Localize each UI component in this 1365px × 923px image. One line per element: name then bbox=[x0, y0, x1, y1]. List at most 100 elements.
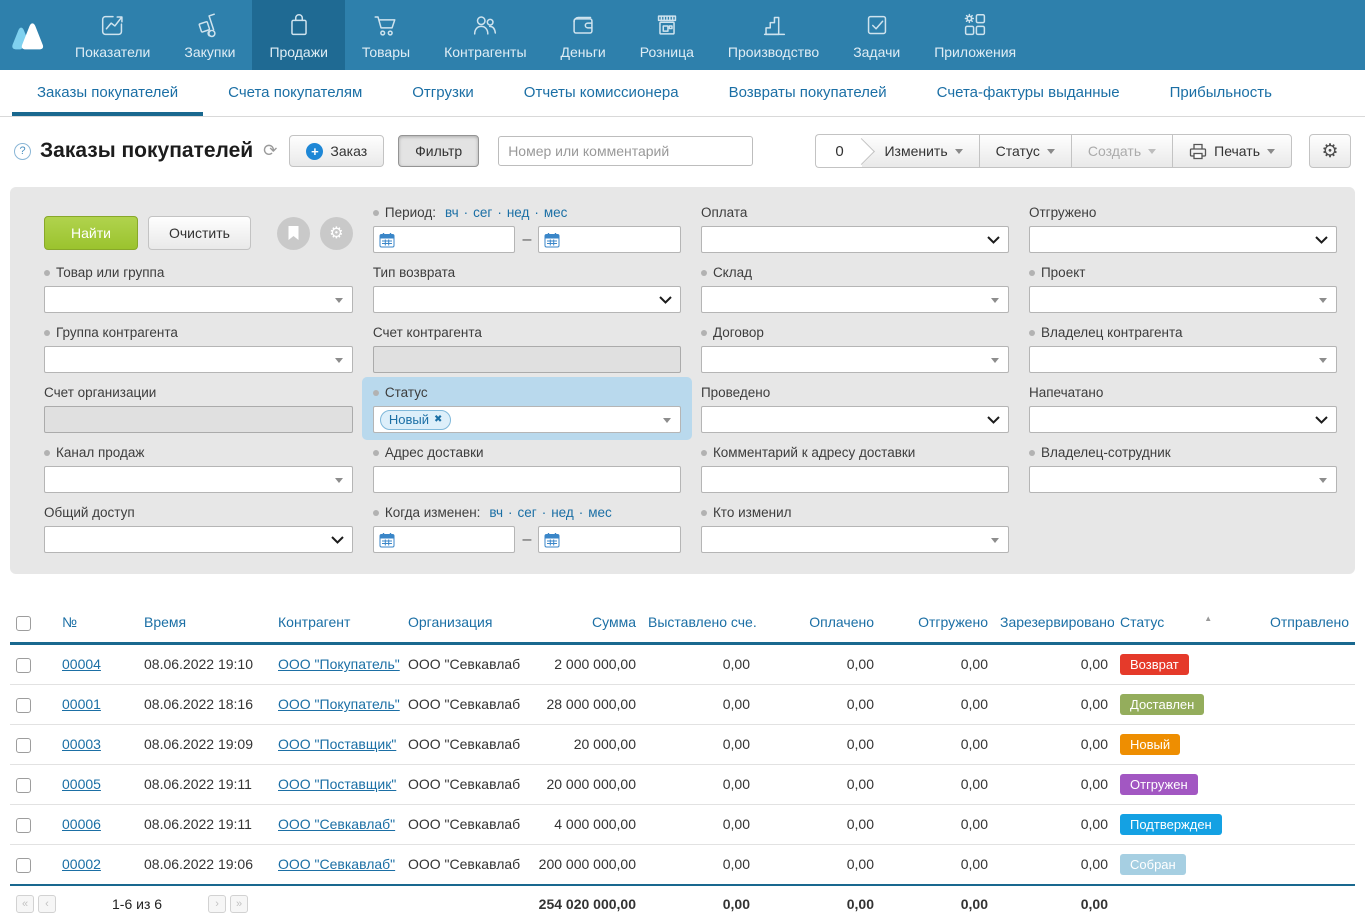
quick-range-сег[interactable]: сег bbox=[518, 505, 537, 520]
dogovor-combobox[interactable] bbox=[701, 346, 1009, 373]
nav-item-pokazateli[interactable]: Показатели bbox=[58, 0, 167, 70]
status-badge[interactable]: Собран bbox=[1120, 854, 1186, 875]
status-badge[interactable]: Новый bbox=[1120, 734, 1180, 755]
provedeno-select[interactable] bbox=[701, 406, 1009, 433]
quick-range-мес[interactable]: мес bbox=[588, 505, 612, 520]
print-button[interactable]: Печать bbox=[1172, 134, 1292, 168]
nav-item-tovary[interactable]: Товары bbox=[345, 0, 427, 70]
nav-item-roznica[interactable]: Розница bbox=[623, 0, 711, 70]
chip-remove-icon[interactable]: ✖ bbox=[434, 414, 442, 425]
tab-pribylnost[interactable]: Прибыльность bbox=[1145, 70, 1297, 116]
status-badge[interactable]: Доставлен bbox=[1120, 694, 1204, 715]
tab-vozvraty-pokupatelej[interactable]: Возвраты покупателей bbox=[704, 70, 912, 116]
counterparty-link[interactable]: ООО "Покупатель" bbox=[278, 656, 400, 672]
row-checkbox[interactable] bbox=[16, 698, 31, 713]
counterparty-link[interactable]: ООО "Севкавлаб" bbox=[278, 816, 395, 832]
create-order-button[interactable]: + Заказ bbox=[289, 135, 384, 167]
tab-otgruzki[interactable]: Отгрузки bbox=[387, 70, 499, 116]
sklad-combobox[interactable] bbox=[701, 286, 1009, 313]
quick-range-сег[interactable]: сег bbox=[473, 205, 492, 220]
row-checkbox[interactable] bbox=[16, 818, 31, 833]
nav-item-proizvodstvo[interactable]: Производство bbox=[711, 0, 836, 70]
edit-button[interactable]: Изменить bbox=[861, 134, 979, 168]
adres-dostavki-input[interactable] bbox=[380, 472, 674, 487]
sort-asc-icon[interactable]: ▲ bbox=[1204, 614, 1212, 623]
kto-izmenil-combobox[interactable] bbox=[701, 526, 1009, 553]
quick-range-вч[interactable]: вч bbox=[445, 205, 459, 220]
col-header-number[interactable]: № bbox=[56, 603, 138, 643]
status-badge[interactable]: Подтвержден bbox=[1120, 814, 1222, 835]
col-header-organization[interactable]: Организация bbox=[402, 603, 520, 643]
counterparty-link[interactable]: ООО "Поставщик" bbox=[278, 736, 396, 752]
tab-otchety-komissionera[interactable]: Отчеты комиссионера bbox=[499, 70, 704, 116]
vladelec-sotrudnik-combobox[interactable] bbox=[1029, 466, 1337, 493]
moysklad-logo-icon[interactable] bbox=[0, 0, 58, 70]
counterparty-link[interactable]: ООО "Покупатель" bbox=[278, 696, 400, 712]
counterparty-link[interactable]: ООО "Поставщик" bbox=[278, 776, 396, 792]
settings-gear-button[interactable]: ⚙ bbox=[1309, 134, 1351, 168]
tovar-ili-gruppa-combobox[interactable] bbox=[44, 286, 353, 313]
find-button[interactable]: Найти bbox=[44, 216, 138, 250]
order-number-link[interactable]: 00003 bbox=[62, 736, 101, 752]
pagination-first-button[interactable]: « bbox=[16, 895, 34, 913]
col-header-shipped[interactable]: Отгружено bbox=[880, 603, 994, 643]
tab-scheta-faktury-vydannye[interactable]: Счета-фактуры выданные bbox=[912, 70, 1145, 116]
nav-item-zadachi[interactable]: Задачи bbox=[836, 0, 917, 70]
quick-range-нед[interactable]: нед bbox=[551, 505, 574, 520]
status-badge[interactable]: Отгружен bbox=[1120, 774, 1198, 795]
tab-zakazy-pokupatelej[interactable]: Заказы покупателей bbox=[12, 70, 203, 116]
quick-range-мес[interactable]: мес bbox=[544, 205, 568, 220]
nav-item-prodazhi[interactable]: Продажи bbox=[252, 0, 344, 70]
kogda-izmenen-date-from[interactable] bbox=[373, 526, 516, 553]
pagination-prev-button[interactable]: ‹ bbox=[38, 895, 56, 913]
order-number-link[interactable]: 00002 bbox=[62, 856, 101, 872]
filter-settings-gear-icon[interactable]: ⚙ bbox=[320, 217, 353, 250]
kommentarij-k-adresu-dostavki-input[interactable] bbox=[708, 472, 1002, 487]
col-header-time[interactable]: Время bbox=[138, 603, 272, 643]
quick-range-вч[interactable]: вч bbox=[489, 505, 503, 520]
vladelec-kontragenta-combobox[interactable] bbox=[1029, 346, 1337, 373]
row-checkbox[interactable] bbox=[16, 658, 31, 673]
clear-button[interactable]: Очистить bbox=[148, 216, 251, 250]
period-date-from[interactable] bbox=[373, 226, 516, 253]
nav-item-prilozheniya[interactable]: Приложения bbox=[917, 0, 1033, 70]
status-badge[interactable]: Возврат bbox=[1120, 654, 1189, 675]
nav-item-zakupki[interactable]: Закупки bbox=[167, 0, 252, 70]
help-icon[interactable]: ? bbox=[14, 143, 31, 160]
order-number-link[interactable]: 00006 bbox=[62, 816, 101, 832]
col-header-invoiced[interactable]: Выставлено сче... bbox=[642, 603, 756, 643]
status-chip[interactable]: Новый✖ bbox=[380, 410, 452, 430]
tip-vozvrata-select[interactable] bbox=[373, 286, 681, 313]
otgruzheno-select[interactable] bbox=[1029, 226, 1337, 253]
pagination-next-button[interactable]: › bbox=[208, 895, 226, 913]
napechatano-select[interactable] bbox=[1029, 406, 1337, 433]
select-all-checkbox[interactable] bbox=[16, 616, 31, 631]
refresh-icon[interactable]: ⟳ bbox=[263, 141, 277, 161]
status-button[interactable]: Статус bbox=[979, 134, 1072, 168]
col-header-paid[interactable]: Оплачено bbox=[756, 603, 880, 643]
nav-item-dengi[interactable]: Деньги bbox=[544, 0, 623, 70]
create-button[interactable]: Создать bbox=[1071, 134, 1173, 168]
bookmark-icon[interactable] bbox=[277, 217, 310, 250]
pagination-last-button[interactable]: » bbox=[230, 895, 248, 913]
gruppa-kontragenta-combobox[interactable] bbox=[44, 346, 353, 373]
col-header-counterparty[interactable]: Контрагент bbox=[272, 603, 402, 643]
row-checkbox[interactable] bbox=[16, 778, 31, 793]
tab-scheta-pokupatelyam[interactable]: Счета покупателям bbox=[203, 70, 387, 116]
filter-toggle-button[interactable]: Фильтр bbox=[398, 135, 479, 167]
counterparty-link[interactable]: ООО "Севкавлаб" bbox=[278, 856, 395, 872]
col-header-sent[interactable]: Отправлено bbox=[1264, 603, 1355, 643]
status-combobox[interactable]: Новый✖ bbox=[373, 406, 681, 433]
period-date-to[interactable] bbox=[538, 226, 681, 253]
search-input[interactable] bbox=[498, 136, 753, 166]
col-header-sum[interactable]: Сумма bbox=[520, 603, 642, 643]
kanal-prodazh-combobox[interactable] bbox=[44, 466, 353, 493]
row-checkbox[interactable] bbox=[16, 858, 31, 873]
oplata-select[interactable] bbox=[701, 226, 1009, 253]
quick-range-нед[interactable]: нед bbox=[507, 205, 530, 220]
col-header-status[interactable]: Статус▲ bbox=[1114, 603, 1264, 643]
obshchij-dostup-select[interactable] bbox=[44, 526, 353, 553]
order-number-link[interactable]: 00001 bbox=[62, 696, 101, 712]
order-number-link[interactable]: 00004 bbox=[62, 656, 101, 672]
row-checkbox[interactable] bbox=[16, 738, 31, 753]
